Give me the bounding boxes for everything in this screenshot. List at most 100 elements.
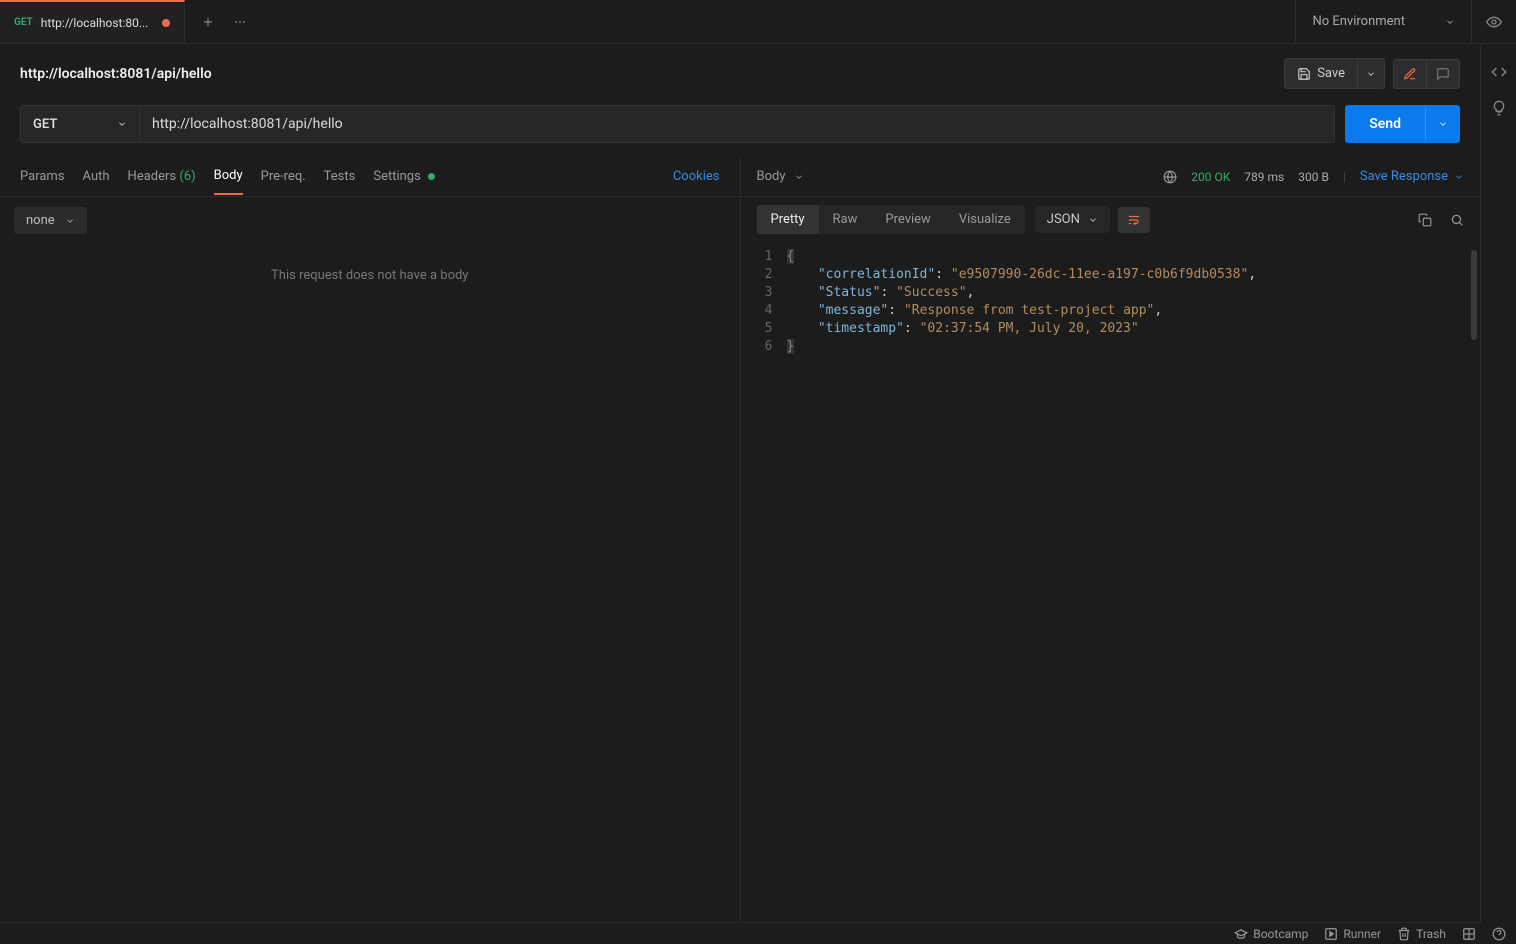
tab-overflow-button[interactable]	[233, 15, 247, 29]
response-body[interactable]: 1 2 3 4 5 6 { "correlationId": "e9507990…	[741, 242, 1481, 922]
response-section-selector[interactable]: Body	[757, 169, 804, 184]
lightbulb-icon	[1491, 100, 1507, 116]
code-icon	[1491, 64, 1507, 80]
tab-headers-label: Headers	[128, 169, 177, 184]
environment-label: No Environment	[1312, 14, 1405, 29]
chevron-down-icon	[65, 216, 75, 226]
edit-button[interactable]	[1393, 59, 1427, 89]
save-label: Save	[1317, 66, 1345, 81]
pencil-icon	[1403, 67, 1417, 81]
status-bar: Bootcamp Runner Trash	[0, 922, 1516, 944]
headers-count: (6)	[179, 169, 195, 184]
tab-body[interactable]: Body	[214, 158, 243, 195]
chevron-down-icon	[794, 172, 804, 182]
top-tab-bar: GET http://localhost:80... No Environmen…	[0, 0, 1516, 44]
code-snippet-button[interactable]	[1491, 64, 1507, 80]
request-tabs: Params Auth Headers (6) Body Pre-req. Te…	[0, 157, 740, 197]
chevron-down-icon	[1445, 17, 1455, 27]
tab-title: http://localhost:80...	[41, 16, 149, 30]
tab-params[interactable]: Params	[20, 159, 65, 194]
send-button-group: Send	[1345, 105, 1460, 143]
response-status: 200 OK	[1191, 170, 1230, 184]
response-pane: Body 200 OK 789 ms 300 B | Save Response	[741, 157, 1481, 922]
view-visualize[interactable]: Visualize	[945, 205, 1025, 234]
chevron-down-icon	[1454, 172, 1464, 182]
tab-method-label: GET	[14, 17, 33, 28]
tab-prereq[interactable]: Pre-req.	[261, 159, 306, 194]
runner-icon	[1324, 927, 1338, 941]
http-method-selector[interactable]: GET	[20, 105, 140, 143]
trash-button[interactable]: Trash	[1397, 927, 1446, 941]
help-button[interactable]	[1492, 927, 1506, 941]
response-code: { "correlationId": "e9507990-26dc-11ee-a…	[781, 242, 1257, 922]
trash-icon	[1397, 927, 1411, 941]
unsaved-indicator-icon	[162, 19, 170, 27]
panels-icon	[1462, 927, 1476, 941]
body-type-label: none	[26, 213, 55, 228]
request-title: http://localhost:8081/api/hello	[20, 66, 212, 82]
line-gutter: 1 2 3 4 5 6	[741, 242, 781, 922]
url-text: http://localhost:8081/api/hello	[152, 116, 343, 132]
hints-button[interactable]	[1491, 100, 1507, 116]
send-button[interactable]: Send	[1345, 105, 1425, 143]
layout-button[interactable]	[1462, 927, 1476, 941]
request-pane: Params Auth Headers (6) Body Pre-req. Te…	[0, 157, 741, 922]
body-type-selector[interactable]: none	[14, 207, 87, 234]
chevron-down-icon	[1438, 119, 1448, 129]
send-dropdown-button[interactable]	[1425, 108, 1460, 140]
view-preview[interactable]: Preview	[871, 205, 944, 234]
request-header: http://localhost:8081/api/hello Save	[0, 44, 1480, 99]
bootcamp-icon	[1234, 927, 1248, 941]
tab-auth[interactable]: Auth	[83, 159, 110, 194]
url-row: GET http://localhost:8081/api/hello Send	[0, 99, 1480, 157]
network-icon[interactable]	[1163, 170, 1177, 184]
view-pretty[interactable]: Pretty	[757, 205, 819, 234]
url-input[interactable]: http://localhost:8081/api/hello	[140, 105, 1335, 143]
tab-settings[interactable]: Settings	[373, 159, 435, 194]
search-icon	[1450, 213, 1464, 227]
chevron-down-icon	[1366, 69, 1376, 79]
send-label: Send	[1369, 116, 1401, 132]
response-header: Body 200 OK 789 ms 300 B | Save Response	[741, 157, 1481, 197]
response-format-label: JSON	[1047, 212, 1080, 227]
save-response-label: Save Response	[1360, 169, 1448, 184]
environment-selector[interactable]: No Environment	[1295, 0, 1471, 43]
save-response-button[interactable]: Save Response	[1360, 169, 1464, 184]
new-tab-button[interactable]	[201, 15, 215, 29]
comment-icon	[1436, 67, 1450, 81]
response-size: 300 B	[1298, 170, 1329, 184]
settings-indicator-icon	[428, 173, 435, 180]
http-method-label: GET	[33, 117, 57, 132]
eye-icon	[1486, 14, 1502, 30]
globe-icon	[1163, 170, 1177, 184]
response-view-selector: Pretty Raw Preview Visualize	[757, 205, 1025, 234]
minimap-scrollbar[interactable]	[1471, 250, 1477, 340]
save-dropdown-button[interactable]	[1358, 58, 1385, 89]
response-view-row: Pretty Raw Preview Visualize JSON	[741, 197, 1481, 242]
help-icon	[1492, 927, 1506, 941]
copy-response-button[interactable]	[1418, 213, 1432, 227]
wrap-icon	[1127, 213, 1141, 227]
tab-headers[interactable]: Headers (6)	[128, 159, 196, 194]
response-section-label: Body	[757, 169, 786, 184]
save-button[interactable]: Save	[1284, 58, 1358, 89]
response-time: 789 ms	[1244, 170, 1284, 184]
copy-icon	[1418, 213, 1432, 227]
chevron-down-icon	[117, 119, 127, 129]
bootcamp-button[interactable]: Bootcamp	[1234, 927, 1308, 941]
right-rail	[1480, 44, 1516, 924]
tab-tests[interactable]: Tests	[324, 159, 356, 194]
tab-settings-label: Settings	[373, 169, 420, 184]
save-icon	[1297, 67, 1311, 81]
cookies-link[interactable]: Cookies	[673, 169, 720, 184]
comments-button[interactable]	[1427, 59, 1460, 89]
chevron-down-icon	[1088, 215, 1098, 225]
request-tab[interactable]: GET http://localhost:80...	[0, 0, 185, 43]
view-raw[interactable]: Raw	[819, 205, 872, 234]
wrap-lines-button[interactable]	[1118, 207, 1150, 233]
runner-button[interactable]: Runner	[1324, 927, 1381, 941]
empty-body-message: This request does not have a body	[0, 244, 740, 307]
response-format-selector[interactable]: JSON	[1035, 206, 1110, 233]
search-response-button[interactable]	[1450, 213, 1464, 227]
environment-quicklook-button[interactable]	[1471, 0, 1516, 43]
